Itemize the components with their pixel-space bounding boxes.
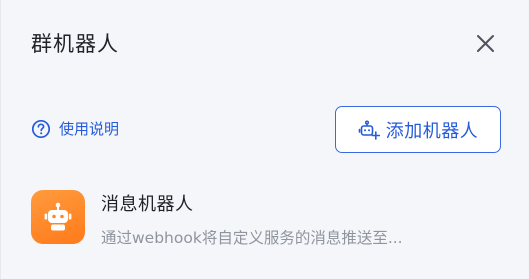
add-bot-button[interactable]: 添加机器人 [335,106,501,153]
robot-icon [44,202,72,231]
help-link[interactable]: 使用说明 [31,118,119,139]
bot-list-item[interactable]: 消息机器人 通过webhook将自定义服务的消息推送至... [31,186,501,248]
close-button[interactable] [471,30,499,58]
add-robot-icon [358,120,380,140]
group-bots-dialog: 群机器人 使用说明 添加机器人 消息机器人 通过webhook将自定义服务的消息… [0,0,528,279]
bot-name: 消息机器人 [101,194,194,215]
help-link-label: 使用说明 [59,120,120,138]
add-bot-button-label: 添加机器人 [385,120,479,142]
dialog-title: 群机器人 [31,32,119,56]
bot-avatar [31,190,85,244]
bot-description: 通过webhook将自定义服务的消息推送至... [101,229,403,247]
close-icon [477,35,494,52]
question-circle-icon [31,119,51,138]
